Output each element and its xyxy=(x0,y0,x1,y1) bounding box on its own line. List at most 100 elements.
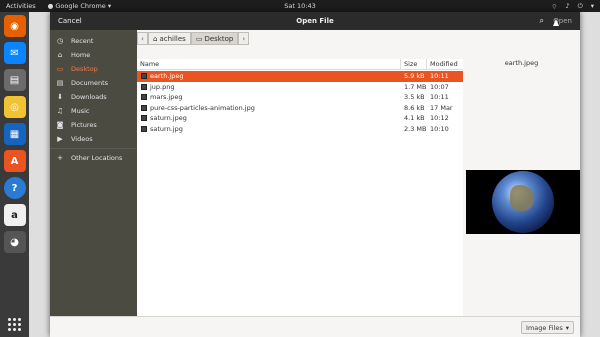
dialog-header: Cancel Open File ⌕ Open xyxy=(50,12,580,30)
file-name-cell: saturn.jpg xyxy=(137,125,401,133)
path-bar: ‹ ⌂ achilles ▭ Desktop › xyxy=(137,32,250,45)
help-icon[interactable]: ? xyxy=(3,177,26,199)
sidebar-item-other-locations[interactable]: + Other Locations xyxy=(50,151,137,165)
table-row[interactable]: saturn.jpeg 4.1 kB 10:12 xyxy=(137,113,463,124)
app-name: Google Chrome xyxy=(55,2,106,10)
sidebar-item-home[interactable]: ⌂ Home xyxy=(50,48,137,62)
sidebar-item-music[interactable]: ♫ Music xyxy=(50,104,137,118)
file-name: saturn.jpg xyxy=(150,124,183,133)
system-tray[interactable]: ⌔ ♪ ⏻ ▾ xyxy=(551,2,594,11)
file-modified: 10:11 xyxy=(430,72,449,81)
folder-icon: ▭ xyxy=(195,34,203,43)
sidebar-item-pictures[interactable]: ◙ Pictures xyxy=(50,118,137,132)
table-row[interactable]: jup.png 1.7 MB 10:07 xyxy=(137,82,463,93)
chrome-icon[interactable]: ◕ xyxy=(3,231,26,253)
mouse-cursor-icon xyxy=(553,19,559,26)
plus-icon: + xyxy=(57,154,63,162)
file-modified: 10:10 xyxy=(430,124,449,133)
sidebar-item-label: Downloads xyxy=(71,93,107,101)
file-name-cell: pure-css-particles-animation.jpg xyxy=(137,104,401,112)
image-file-icon xyxy=(141,115,147,122)
sidebar-item-documents[interactable]: ▤ Documents xyxy=(50,76,137,90)
file-modified: 10:12 xyxy=(430,114,449,123)
sidebar-item-desktop[interactable]: ▭ Desktop xyxy=(50,62,137,76)
table-row[interactable]: saturn.jpg 2.3 MB 10:10 xyxy=(137,124,463,135)
sidebar-item-downloads[interactable]: ⬇ Downloads xyxy=(50,90,137,104)
file-size: 8.6 kB xyxy=(404,103,425,112)
table-row[interactable]: mars.jpeg 3.5 kB 10:11 xyxy=(137,92,463,103)
writer-icon[interactable]: ▦ xyxy=(3,123,26,145)
app-menu[interactable]: ● Google Chrome ▾ xyxy=(48,2,111,10)
clock[interactable]: Sat 10:43 xyxy=(284,2,315,10)
sidebar-item-recent[interactable]: ◷ Recent xyxy=(50,34,137,48)
file-name: earth.jpeg xyxy=(150,72,184,81)
videos-icon: ▶ xyxy=(57,135,63,143)
cancel-button[interactable]: Cancel xyxy=(58,17,82,25)
sidebar-item-label: Other Locations xyxy=(71,154,123,162)
file-size: 1.7 MB xyxy=(404,82,427,91)
software-icon[interactable]: A xyxy=(3,150,26,172)
recent-icon: ◷ xyxy=(56,37,64,45)
file-size: 2.3 MB xyxy=(404,124,427,133)
dock: ◉ ✉ ▤ ◎ ▦ A ? a ◕ xyxy=(0,12,29,337)
show-applications-icon[interactable] xyxy=(8,318,21,331)
music-icon: ♫ xyxy=(56,107,64,115)
image-file-icon xyxy=(141,83,147,90)
file-name-cell: saturn.jpeg xyxy=(137,114,401,122)
earth-image xyxy=(492,171,554,233)
file-type-filter[interactable]: Image Files ▾ xyxy=(521,321,574,334)
preview-pane: earth.jpeg xyxy=(463,45,580,328)
file-size: 4.1 kB xyxy=(404,114,425,123)
dialog-footer: Image Files ▾ xyxy=(50,316,580,337)
files-icon[interactable]: ▤ xyxy=(3,69,26,91)
file-name: mars.jpeg xyxy=(150,93,183,102)
file-name-cell: earth.jpeg xyxy=(137,72,401,80)
amazon-icon[interactable]: a xyxy=(3,204,26,226)
column-name[interactable]: Name xyxy=(137,59,401,69)
sidebar-separator xyxy=(50,148,137,149)
power-icon: ⏻ xyxy=(577,1,583,10)
column-size[interactable]: Size xyxy=(401,59,427,69)
file-name: pure-css-particles-animation.jpg xyxy=(150,103,255,112)
sidebar-item-videos[interactable]: ▶ Videos xyxy=(50,132,137,146)
sidebar-item-label: Videos xyxy=(71,135,93,143)
file-name: saturn.jpeg xyxy=(150,114,187,123)
chevron-down-icon: ▾ xyxy=(565,323,569,332)
path-home-button[interactable]: ⌂ achilles xyxy=(148,32,191,45)
activities-button[interactable]: Activities xyxy=(6,2,36,10)
path-home-label: achilles xyxy=(159,34,186,43)
documents-icon: ▤ xyxy=(56,79,64,87)
file-modified: 17 Mar xyxy=(430,103,453,112)
table-row[interactable]: pure-css-particles-animation.jpg 8.6 kB 17… xyxy=(137,103,463,114)
rhythmbox-icon[interactable]: ◎ xyxy=(3,96,26,118)
search-icon[interactable]: ⌕ xyxy=(540,16,544,26)
folder-icon: ▭ xyxy=(56,65,64,73)
path-back-icon[interactable]: ‹ xyxy=(137,32,148,45)
column-modified[interactable]: Modified xyxy=(427,59,463,69)
image-file-icon xyxy=(141,73,147,80)
dialog-title: Open File xyxy=(296,17,334,25)
chrome-small-icon: ● xyxy=(47,2,54,10)
sidebar-item-label: Home xyxy=(71,51,91,59)
table-row[interactable]: earth.jpeg 5.9 kB 10:11 xyxy=(137,71,463,82)
preview-image xyxy=(466,170,580,234)
path-current-button[interactable]: ▭ Desktop xyxy=(190,32,239,45)
file-modified: 10:11 xyxy=(430,93,449,102)
file-size: 3.5 kB xyxy=(404,93,425,102)
chevron-down-icon: ▾ xyxy=(107,2,112,10)
image-file-icon xyxy=(141,94,147,101)
pictures-icon: ◙ xyxy=(56,121,64,129)
file-name-cell: jup.png xyxy=(137,83,401,91)
home-icon: ⌂ xyxy=(153,34,158,43)
column-headers: Name Size Modified xyxy=(137,59,463,70)
volume-icon: ♪ xyxy=(565,1,570,10)
firefox-icon[interactable]: ◉ xyxy=(3,15,26,37)
top-panel: Activities ● Google Chrome ▾ Sat 10:43 ⌔… xyxy=(0,0,600,12)
thunderbird-icon[interactable]: ✉ xyxy=(3,42,26,64)
chevron-down-icon: ▾ xyxy=(590,1,594,10)
path-forward-icon[interactable]: › xyxy=(238,32,250,45)
sidebar-item-label: Recent xyxy=(71,37,94,45)
wifi-icon: ⌔ xyxy=(551,2,558,11)
places-sidebar: ◷ Recent ⌂ Home ▭ Desktop ▤ Documents ⬇ Downloads… xyxy=(50,30,137,328)
preview-filename: earth.jpeg xyxy=(504,59,539,67)
